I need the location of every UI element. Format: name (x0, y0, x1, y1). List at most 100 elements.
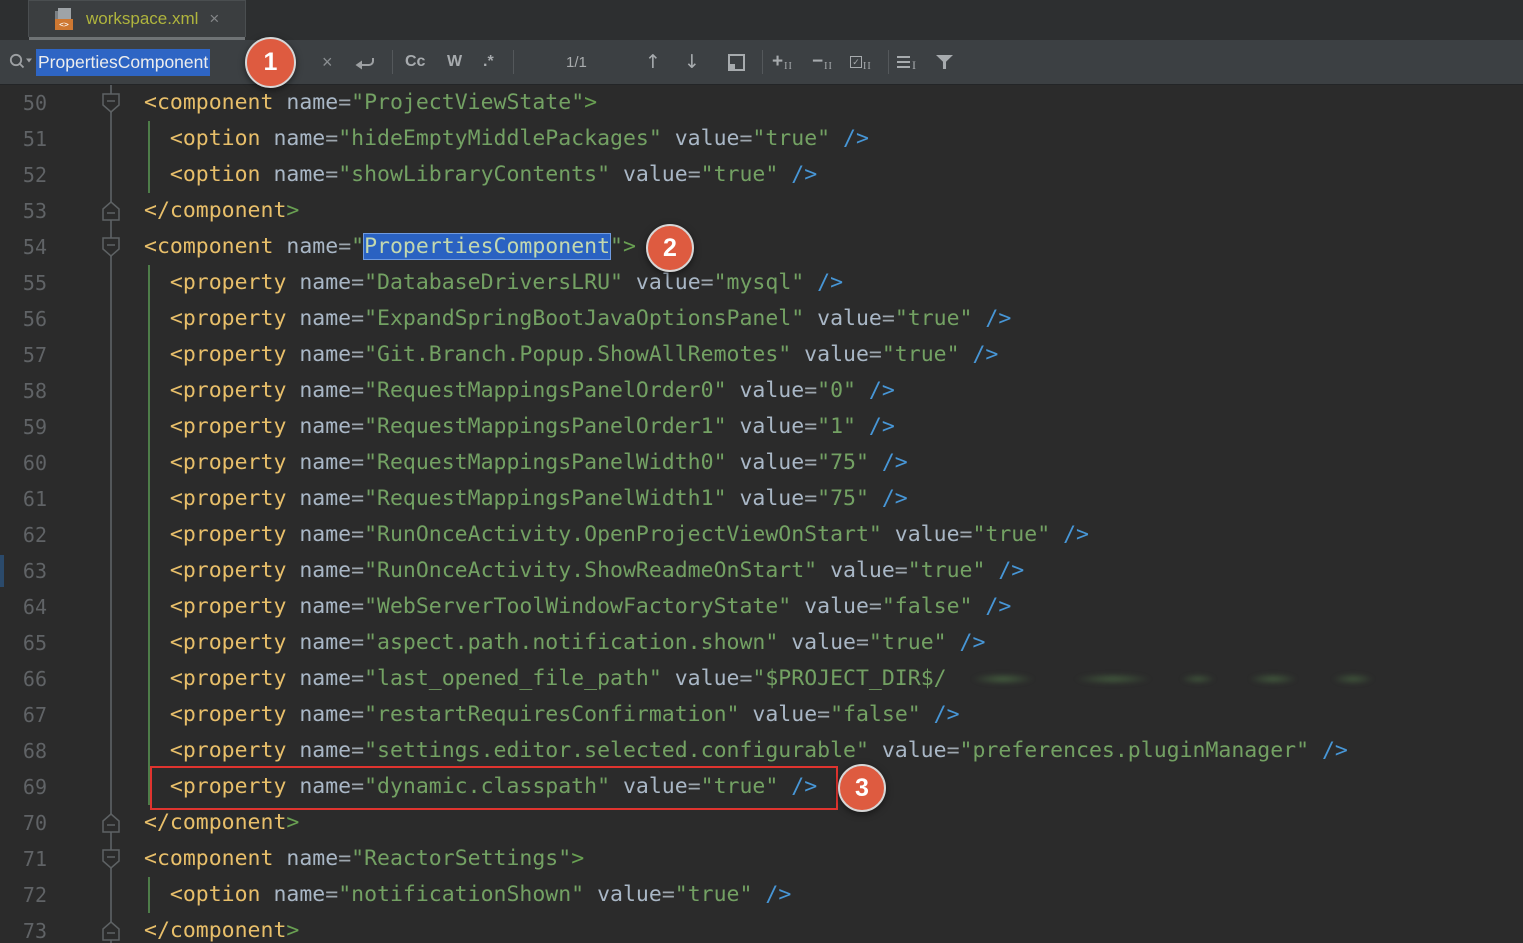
code-text[interactable]: <property name="last_opened_file_path" v… (144, 661, 1383, 697)
fold-region-line (110, 337, 112, 373)
code-line[interactable]: 56 <property name="ExpandSpringBootJavaO… (0, 301, 1523, 337)
line-number: 67 (0, 697, 47, 733)
line-number: 69 (0, 769, 47, 805)
line-number: 72 (0, 877, 47, 913)
line-number: 62 (0, 517, 47, 553)
fold-region-line (110, 769, 112, 805)
code-text[interactable]: <option name="hideEmptyMiddlePackages" v… (144, 121, 869, 157)
next-occurrence-icon[interactable]: ↓ (684, 40, 700, 84)
line-number: 61 (0, 481, 47, 517)
regex-toggle[interactable]: .* (483, 40, 494, 84)
line-number: 55 (0, 265, 47, 301)
code-text[interactable]: <property name="WebServerToolWindowFacto… (144, 589, 1011, 625)
clear-search-icon[interactable]: × (322, 40, 333, 84)
fold-region-line (110, 409, 112, 445)
code-line[interactable]: 69 <property name="dynamic.classpath" va… (0, 769, 1523, 805)
code-text[interactable]: <component name="PropertiesComponent"> (144, 229, 636, 265)
code-text[interactable]: <property name="ExpandSpringBootJavaOpti… (144, 301, 1011, 337)
code-text[interactable]: <property name="RequestMappingsPanelWidt… (144, 481, 908, 517)
fold-region-line (110, 733, 112, 769)
fold-region-line (110, 121, 112, 157)
multiline-search-icon[interactable]: I (897, 40, 916, 84)
code-line[interactable]: 68 <property name="settings.editor.selec… (0, 733, 1523, 769)
newline-icon[interactable] (353, 40, 379, 84)
search-input[interactable]: PropertiesComponent (36, 40, 210, 84)
code-line[interactable]: 63 <property name="RunOnceActivity.ShowR… (0, 553, 1523, 589)
code-text[interactable]: <property name="aspect.path.notification… (144, 625, 985, 661)
fold-collapse-icon[interactable] (101, 92, 121, 114)
code-text[interactable]: <property name="settings.editor.selected… (144, 733, 1348, 769)
code-text[interactable]: <property name="RequestMappingsPanelOrde… (144, 373, 895, 409)
code-line[interactable]: 66 <property name="last_opened_file_path… (0, 661, 1523, 697)
code-line[interactable]: 57 <property name="Git.Branch.Popup.Show… (0, 337, 1523, 373)
search-icon[interactable] (8, 40, 34, 84)
remove-occurrence-icon[interactable]: −II (812, 40, 833, 84)
code-text[interactable]: <property name="restartRequiresConfirmat… (144, 697, 960, 733)
match-counter: 1/1 (566, 40, 587, 84)
open-in-find-window-icon[interactable] (728, 40, 745, 84)
code-text[interactable]: <component name="ProjectViewState"> (144, 85, 597, 121)
code-text[interactable]: <property name="RequestMappingsPanelWidt… (144, 445, 908, 481)
code-line[interactable]: 52 <option name="showLibraryContents" va… (0, 157, 1523, 193)
code-line[interactable]: 60 <property name="RequestMappingsPanelW… (0, 445, 1523, 481)
code-text[interactable]: </component> (144, 913, 299, 943)
code-text[interactable]: <property name="Git.Branch.Popup.ShowAll… (144, 337, 998, 373)
code-line[interactable]: 53</component> (0, 193, 1523, 229)
fold-region-line (110, 697, 112, 733)
code-line[interactable]: 62 <property name="RunOnceActivity.OpenP… (0, 517, 1523, 553)
code-text[interactable]: <property name="RequestMappingsPanelOrde… (144, 409, 895, 445)
line-number: 63 (0, 553, 47, 589)
previous-occurrence-icon[interactable]: ↑ (645, 40, 661, 84)
caret-line-marker (0, 555, 4, 587)
code-text[interactable]: <option name="showLibraryContents" value… (144, 157, 817, 193)
code-line[interactable]: 65 <property name="aspect.path.notificat… (0, 625, 1523, 661)
line-number: 57 (0, 337, 47, 373)
code-line[interactable]: 51 <option name="hideEmptyMiddlePackages… (0, 121, 1523, 157)
code-line[interactable]: 50<component name="ProjectViewState"> (0, 85, 1523, 121)
fold-region-line (110, 373, 112, 409)
code-text[interactable]: <property name="RunOnceActivity.ShowRead… (144, 553, 1024, 589)
select-all-occurrences-icon[interactable]: ✓II (850, 40, 872, 84)
code-text[interactable]: <component name="ReactorSettings"> (144, 841, 584, 877)
code-text[interactable]: <option name="notificationShown" value="… (144, 877, 791, 913)
code-text[interactable]: </component> (144, 805, 299, 841)
code-line[interactable]: 72 <option name="notificationShown" valu… (0, 877, 1523, 913)
code-line[interactable]: 70 </component> (0, 805, 1523, 841)
fold-region-line (110, 301, 112, 337)
close-tab-icon[interactable]: × (207, 9, 221, 29)
xml-file-icon-glyph: <> (55, 19, 73, 30)
code-line[interactable]: 61 <property name="RequestMappingsPanelW… (0, 481, 1523, 517)
fold-region-line (110, 445, 112, 481)
annotation-badge-2: 2 (646, 224, 694, 272)
code-line[interactable]: 73</component> (0, 913, 1523, 943)
code-text[interactable]: <property name="RunOnceActivity.OpenProj… (144, 517, 1089, 553)
code-line[interactable]: 71<component name="ReactorSettings"> (0, 841, 1523, 877)
fold-end-icon[interactable] (101, 920, 121, 942)
match-case-toggle[interactable]: Cc (405, 40, 425, 84)
line-number: 70 (0, 805, 47, 841)
code-text[interactable]: </component> (144, 193, 299, 229)
words-toggle[interactable]: W (447, 40, 462, 84)
toolbar-separator (762, 50, 763, 74)
line-number: 52 (0, 157, 47, 193)
code-editor[interactable]: 50<component name="ProjectViewState">51 … (0, 85, 1523, 943)
code-line[interactable]: 55 <property name="DatabaseDriversLRU" v… (0, 265, 1523, 301)
tab-workspace-xml[interactable]: <> workspace.xml × (28, 0, 246, 37)
line-number: 60 (0, 445, 47, 481)
code-text[interactable]: <property name="DatabaseDriversLRU" valu… (144, 265, 843, 301)
add-occurrence-icon[interactable]: +II (772, 40, 793, 84)
filter-search-results-icon[interactable] (936, 40, 953, 84)
fold-end-icon[interactable] (101, 200, 121, 222)
code-line[interactable]: 54<component name="PropertiesComponent">… (0, 229, 1523, 265)
fold-end-icon[interactable] (101, 812, 121, 834)
code-line[interactable]: 58 <property name="RequestMappingsPanelO… (0, 373, 1523, 409)
line-number: 64 (0, 589, 47, 625)
code-line[interactable]: 64 <property name="WebServerToolWindowFa… (0, 589, 1523, 625)
annotation-badge-3: 3 (838, 764, 886, 812)
code-line[interactable]: 67 <property name="restartRequiresConfir… (0, 697, 1523, 733)
line-number: 65 (0, 625, 47, 661)
fold-region-line (110, 661, 112, 697)
code-line[interactable]: 59 <property name="RequestMappingsPanelO… (0, 409, 1523, 445)
fold-collapse-icon[interactable] (101, 236, 121, 258)
fold-collapse-icon[interactable] (101, 848, 121, 870)
